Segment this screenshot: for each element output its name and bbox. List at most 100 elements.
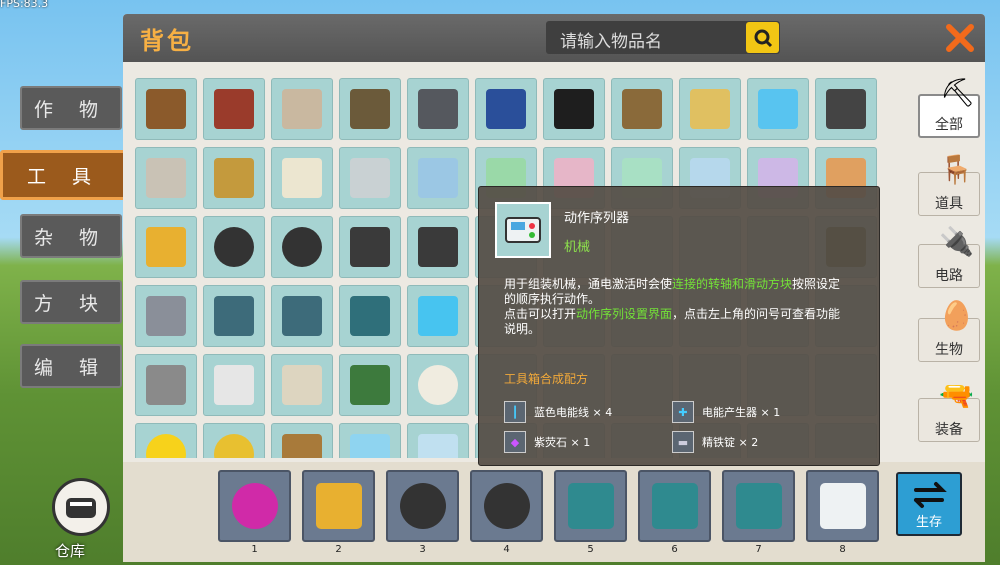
inventory-slot[interactable] (271, 354, 333, 416)
inventory-slot[interactable] (271, 423, 333, 458)
hotbar-slot-number: 5 (587, 544, 594, 555)
inventory-slot[interactable] (135, 354, 197, 416)
inventory-slot[interactable] (543, 78, 605, 140)
filter-circuit[interactable]: 🔌 电路 (918, 225, 980, 288)
inventory-slot[interactable] (407, 78, 469, 140)
dark-box-icon (826, 89, 866, 129)
inventory-slot[interactable] (203, 285, 265, 347)
inventory-slot[interactable] (203, 354, 265, 416)
hotbar-slot[interactable] (722, 470, 795, 542)
filter-all[interactable]: ⛏ 全部 (918, 76, 980, 138)
ingredient-item: ▬ 精铁锭 × 2 (672, 431, 758, 453)
ingredient-qty: × 4 (592, 405, 613, 419)
filter-label: 道具 (935, 196, 963, 212)
inventory-slot[interactable] (815, 78, 877, 140)
egg-icon: 🥚 (939, 299, 974, 332)
inventory-slot[interactable] (407, 285, 469, 347)
inventory-slot[interactable] (135, 423, 197, 458)
warehouse-label: 仓库 (55, 542, 86, 560)
tab-tools[interactable]: 工 具 (0, 150, 128, 200)
filter-creatures[interactable]: 🥚 生物 (918, 299, 980, 362)
tab-label: 编 辑 (33, 356, 109, 379)
joystick-icon (214, 296, 254, 336)
warehouse-button[interactable] (52, 478, 110, 536)
panel-title: 背包 (140, 27, 194, 55)
hotbar-slot[interactable] (554, 470, 627, 542)
wheel-icon (483, 483, 530, 529)
inventory-slot[interactable] (339, 354, 401, 416)
teal-cross-block-icon (651, 483, 698, 529)
inventory-slot[interactable] (611, 78, 673, 140)
stool-icon: 🪑 (939, 153, 974, 186)
tab-label: 工 具 (26, 165, 102, 188)
hotbar-slot[interactable] (638, 470, 711, 542)
inventory-slot[interactable] (407, 423, 469, 458)
syringe-icon (350, 434, 390, 458)
close-button[interactable] (940, 18, 980, 58)
tab-blocks[interactable]: 方 块 (20, 280, 122, 324)
gun-icon: 🔫 (939, 379, 974, 412)
ingredient-name: 电能产生器 (702, 406, 757, 419)
ingredient-qty: × 1 (760, 405, 781, 419)
hotbar-slot-number: 6 (671, 544, 678, 555)
tooltip-description: 用于组装机械，通电激活时会使连接的转轴和滑动方块按照设定的顺序执行动作。 点击可… (504, 277, 844, 337)
inventory-slot[interactable] (203, 216, 265, 278)
inventory-slot[interactable] (407, 354, 469, 416)
ingredient-name: 精铁锭 (702, 436, 735, 449)
tooltip-item-icon (495, 202, 551, 258)
inventory-slot[interactable] (407, 216, 469, 278)
desc-highlight: 连接的转轴和滑动方块 (672, 277, 793, 291)
inventory-slot[interactable] (339, 423, 401, 458)
hotbar-slot[interactable] (470, 470, 543, 542)
tab-edit[interactable]: 编 辑 (20, 344, 122, 388)
inventory-slot[interactable] (339, 216, 401, 278)
hotbar-slot[interactable] (218, 470, 291, 542)
inventory-slot[interactable] (135, 78, 197, 140)
filter-equipment[interactable]: 🔫 装备 (918, 379, 980, 442)
filter-label: 装备 (935, 422, 963, 438)
inventory-slot[interactable] (407, 147, 469, 209)
controller-icon (282, 296, 322, 336)
glass-blue-icon (418, 158, 458, 198)
inventory-slot[interactable] (271, 147, 333, 209)
drill-icon (146, 365, 186, 405)
inventory-slot[interactable] (135, 147, 197, 209)
tab-crops[interactable]: 作 物 (20, 86, 122, 130)
filter-props[interactable]: 🪑 道具 (918, 153, 980, 216)
sign-board-icon (350, 89, 390, 129)
hotbar-slot[interactable] (386, 470, 459, 542)
ingredient-item: ✚ 电能产生器 × 1 (672, 401, 780, 423)
inventory-slot[interactable] (339, 78, 401, 140)
search-input[interactable]: 请输入物品名 (546, 21, 780, 54)
grabber-icon (146, 296, 186, 336)
tech-block-icon (350, 296, 390, 336)
inventory-slot[interactable] (747, 78, 809, 140)
inventory-slot[interactable] (135, 285, 197, 347)
portal-block-icon (486, 89, 526, 129)
inventory-slot[interactable] (203, 78, 265, 140)
tab-misc[interactable]: 杂 物 (20, 214, 122, 258)
inventory-slot[interactable] (271, 78, 333, 140)
survival-storage-button[interactable]: 生存 (896, 472, 962, 536)
glass-gray-icon (350, 158, 390, 198)
circuit-icon: 🔌 (939, 225, 974, 258)
blue-wire-icon: ┃ (504, 401, 526, 423)
purple-crystal-icon: ◆ (504, 431, 526, 453)
inventory-slot[interactable] (475, 78, 537, 140)
hotbar-slot[interactable] (806, 470, 879, 542)
pink-blob-icon (231, 483, 278, 529)
console-icon (146, 227, 186, 267)
inventory-slot[interactable] (339, 147, 401, 209)
inventory-slot[interactable] (679, 78, 741, 140)
inventory-slot[interactable] (203, 423, 265, 458)
inventory-slot[interactable] (203, 147, 265, 209)
inventory-slot[interactable] (271, 216, 333, 278)
recipe-title: 工具箱合成配方 (504, 372, 589, 386)
teal-block-icon (735, 483, 782, 529)
search-button[interactable] (746, 22, 779, 53)
inventory-slot[interactable] (271, 285, 333, 347)
hotbar-slot[interactable] (302, 470, 375, 542)
wheel-icon (399, 483, 446, 529)
inventory-slot[interactable] (339, 285, 401, 347)
inventory-slot[interactable] (135, 216, 197, 278)
